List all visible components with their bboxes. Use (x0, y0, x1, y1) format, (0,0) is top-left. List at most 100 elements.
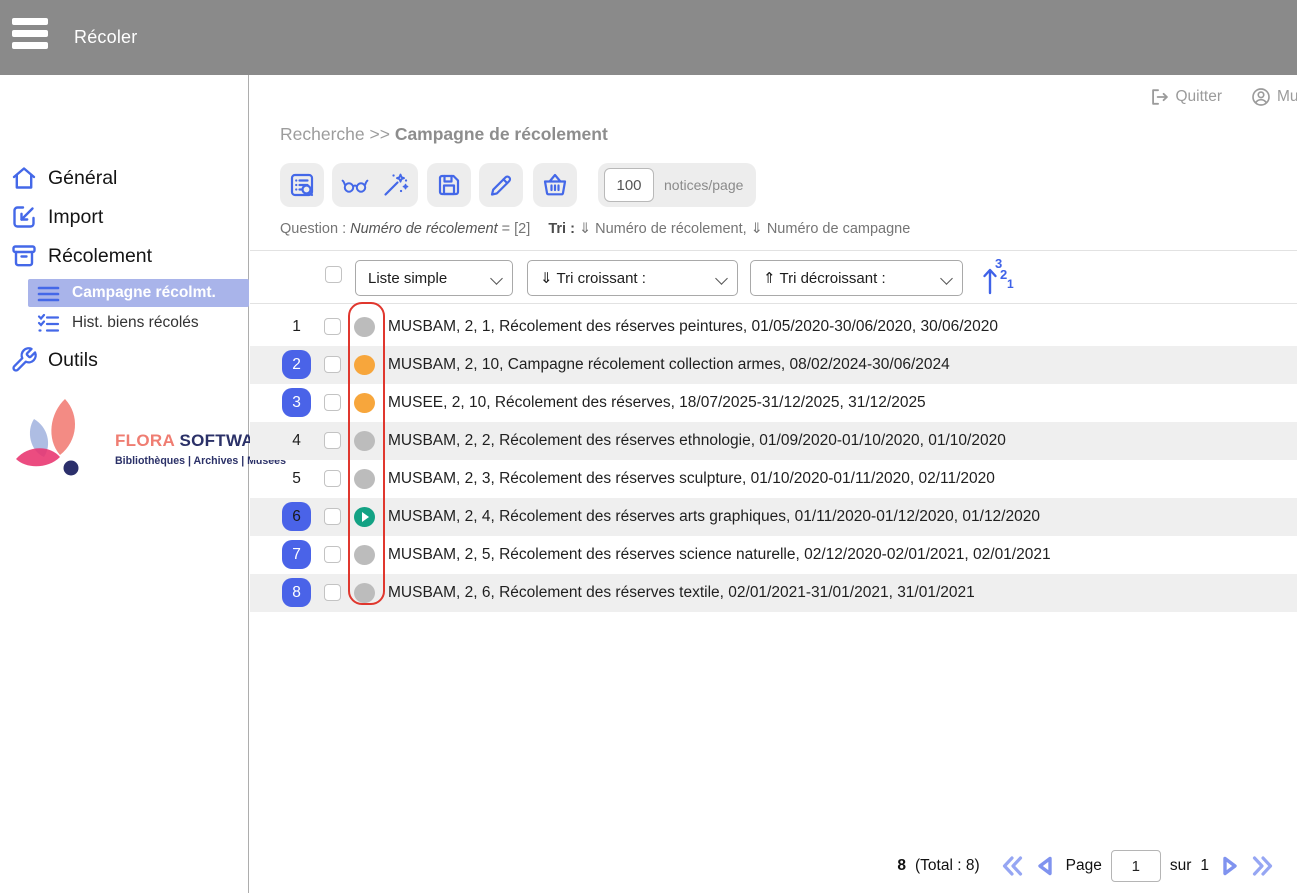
sidebar-item-import[interactable]: Import (0, 200, 249, 234)
page-title: Campagne de récolement (395, 124, 608, 144)
row-checkbox[interactable] (324, 318, 341, 335)
status-dot-grey (354, 583, 375, 603)
query-field: Numéro de récolement (350, 221, 498, 237)
edit-button[interactable] (479, 163, 523, 207)
notices-per-page-input[interactable] (604, 168, 654, 202)
app-title: Récoler (74, 27, 137, 48)
glasses-icon (341, 171, 369, 199)
row-number-badge: 3 (282, 388, 311, 417)
sidebar-item-label: Général (48, 167, 117, 190)
import-icon (10, 203, 38, 231)
list-icon (36, 281, 61, 306)
row-text[interactable]: MUSBAM, 2, 3, Récolement des réserves sc… (388, 460, 995, 498)
last-page-icon[interactable] (1251, 854, 1275, 878)
pagination: 8 (Total : 8) Page sur 1 (897, 850, 1275, 882)
quit-button[interactable]: Quitter (1149, 87, 1222, 107)
flora-software-logo: FLORA SOFTWARE Bibliothèques | Archives … (8, 395, 243, 485)
page-label: Page (1066, 857, 1102, 875)
save-button[interactable] (427, 163, 471, 207)
table-row[interactable]: 4 MUSBAM, 2, 2, Récolement des réserves … (250, 422, 1297, 460)
pencil-icon (487, 171, 515, 199)
status-dot-grey (354, 431, 375, 451)
row-checkbox[interactable] (324, 584, 341, 601)
table-row[interactable]: 6 MUSBAM, 2, 4, Récolement des réserves … (250, 498, 1297, 536)
row-text[interactable]: MUSBAM, 2, 4, Récolement des réserves ar… (388, 498, 1040, 536)
numeric-sort-icon[interactable]: 3 2 1 (980, 258, 1020, 298)
chevron-down-icon (490, 272, 503, 285)
table-row[interactable]: 1 MUSBAM, 2, 1, Récolement des réserves … (250, 308, 1297, 346)
app-window: Récoler Général Import (0, 0, 1297, 893)
table-row[interactable]: 5 MUSBAM, 2, 3, Récolement des réserves … (250, 460, 1297, 498)
table-row[interactable]: 2 MUSBAM, 2, 10, Campagne récolement col… (250, 346, 1297, 384)
sort-label: Tri : (548, 221, 575, 237)
basket-button[interactable] (533, 163, 577, 207)
sidebar-item-hist-biens-recoles[interactable]: Hist. biens récolés (0, 309, 249, 337)
save-icon (435, 171, 463, 199)
sort-value: ⇓ Numéro de récolement, ⇓ Numéro de camp… (579, 221, 910, 237)
row-text[interactable]: MUSBAM, 2, 10, Campagne récolement colle… (388, 346, 950, 384)
result-total: (Total : 8) (915, 857, 980, 875)
query-value: [2] (514, 221, 530, 237)
display-mode-value: Liste simple (368, 270, 447, 287)
sidebar-item-label: Campagne récolmt. (72, 284, 216, 302)
row-text[interactable]: MUSEE, 2, 10, Récolement des réserves, 1… (388, 384, 926, 422)
chevron-down-icon (715, 272, 728, 285)
sidebar-item-campagne-recolement[interactable]: Campagne récolmt. (0, 279, 249, 307)
previous-page-icon[interactable] (1033, 854, 1057, 878)
checklist-icon (36, 311, 61, 336)
sidebar-item-label: Outils (48, 349, 98, 372)
row-checkbox[interactable] (324, 394, 341, 411)
sidebar-item-label: Récolement (48, 245, 152, 268)
results-list: 1 MUSBAM, 2, 1, Récolement des réserves … (250, 308, 1297, 612)
hamburger-menu-icon[interactable] (12, 18, 48, 56)
display-mode-select[interactable]: Liste simple (355, 260, 513, 296)
row-text[interactable]: MUSBAM, 2, 2, Récolement des réserves et… (388, 422, 1006, 460)
quit-label: Quitter (1175, 88, 1222, 106)
row-checkbox[interactable] (324, 470, 341, 487)
row-number-badge: 7 (282, 540, 311, 569)
sidebar-item-label: Hist. biens récolés (72, 314, 199, 332)
row-text[interactable]: MUSBAM, 2, 6, Récolement des réserves te… (388, 574, 975, 612)
query-summary: Question : Numéro de récolement = [2] Tr… (280, 221, 910, 237)
row-text[interactable]: MUSBAM, 2, 5, Récolement des réserves sc… (388, 536, 1051, 574)
row-checkbox[interactable] (324, 356, 341, 373)
sort-ascending-select[interactable]: ⇓ Tri croissant : (527, 260, 738, 296)
wand-icon (381, 171, 409, 199)
row-checkbox[interactable] (324, 508, 341, 525)
sidebar-item-outils[interactable]: Outils (0, 343, 249, 377)
search-list-button[interactable] (280, 163, 324, 207)
row-number-badge: 2 (282, 350, 311, 379)
wrench-icon (10, 346, 38, 374)
row-number: 4 (282, 426, 311, 455)
breadcrumb-parent[interactable]: Recherche (280, 124, 365, 144)
user-icon (1251, 87, 1271, 107)
row-number-badge: 6 (282, 502, 311, 531)
first-page-icon[interactable] (1000, 854, 1024, 878)
basket-icon (541, 171, 569, 199)
status-dot-green-play (354, 507, 375, 527)
sidebar-item-label: Import (48, 206, 103, 229)
sidebar-item-general[interactable]: Général (0, 161, 249, 195)
page-number-input[interactable] (1111, 850, 1161, 882)
table-row[interactable]: 7 MUSBAM, 2, 5, Récolement des réserves … (250, 536, 1297, 574)
row-checkbox[interactable] (324, 546, 341, 563)
row-checkbox[interactable] (324, 432, 341, 449)
top-bar: Récoler (0, 0, 1297, 75)
chevron-down-icon (940, 272, 953, 285)
select-all-checkbox[interactable] (325, 266, 342, 283)
sidebar-item-recolement[interactable]: Récolement (0, 239, 249, 273)
view-tools-button-group[interactable] (332, 163, 418, 207)
next-page-icon[interactable] (1218, 854, 1242, 878)
row-text[interactable]: MUSBAM, 2, 1, Récolement des réserves pe… (388, 308, 998, 346)
list-search-icon (288, 171, 316, 199)
notices-per-page-label: notices/page (664, 177, 743, 193)
user-menu[interactable]: Mu (1251, 87, 1297, 107)
sort-ascending-value: ⇓ Tri croissant : (540, 269, 646, 287)
divider (250, 250, 1297, 251)
page-of-value: 1 (1200, 857, 1209, 875)
status-dot-orange (354, 393, 375, 413)
table-row[interactable]: 8 MUSBAM, 2, 6, Récolement des réserves … (250, 574, 1297, 612)
sort-descending-select[interactable]: ⇑ Tri décroissant : (750, 260, 963, 296)
table-row[interactable]: 3 MUSEE, 2, 10, Récolement des réserves,… (250, 384, 1297, 422)
query-operator: = (502, 221, 510, 237)
